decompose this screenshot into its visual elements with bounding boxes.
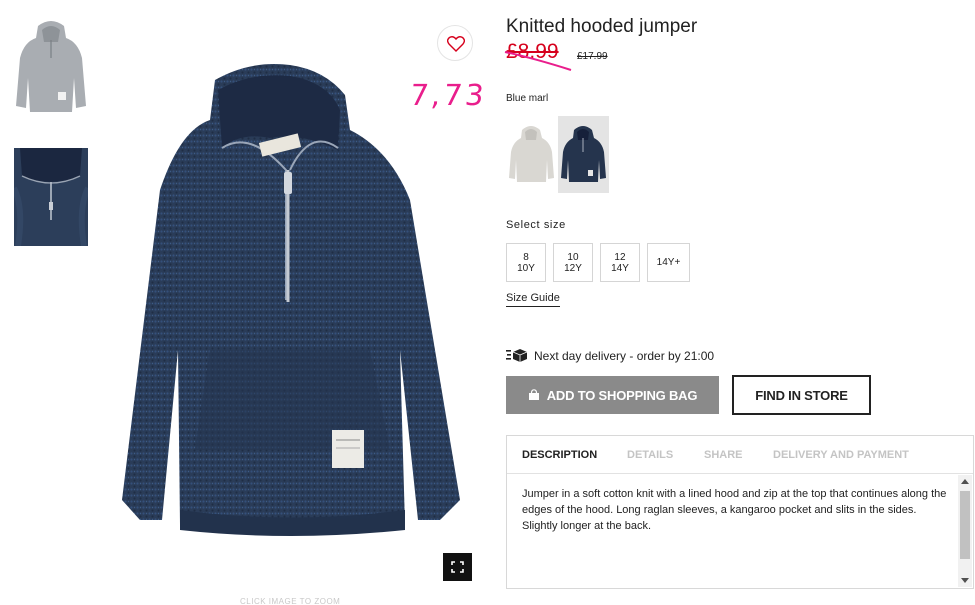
favourite-button[interactable]	[437, 25, 473, 61]
find-in-store-label: FIND IN STORE	[755, 387, 848, 403]
size-option-10-12y[interactable]: 10 12Y	[553, 243, 593, 282]
delivery-text: Next day delivery - order by 21:00	[534, 349, 715, 363]
price-annotation: 7,73	[408, 78, 489, 112]
product-title: Knitted hooded jumper	[506, 16, 698, 37]
size-option-8-10y[interactable]: 8 10Y	[506, 243, 546, 282]
size-line2: 12Y	[564, 262, 582, 274]
navy-hoodie-closeup-image	[14, 148, 88, 246]
size-line1: 8	[523, 251, 529, 263]
product-info-tabs: DESCRIPTION DETAILS SHARE DELIVERY AND P…	[507, 436, 973, 474]
color-name: Blue marl	[506, 93, 549, 104]
original-price: £17.99	[577, 51, 608, 62]
size-line1: 10	[567, 251, 579, 263]
size-line1: 14Y+	[656, 257, 681, 268]
thumbnail-navy-hoodie-closeup[interactable]	[14, 148, 88, 246]
shopping-bag-icon	[528, 389, 539, 400]
delivery-box-icon	[506, 349, 528, 362]
description-text: Jumper in a soft cotton knit with a line…	[522, 488, 947, 532]
zoom-button[interactable]	[443, 553, 472, 581]
thumbnail-grey-hoodie[interactable]	[14, 18, 88, 116]
size-line2: 14Y	[611, 262, 629, 274]
tab-delivery-and-payment[interactable]: DELIVERY AND PAYMENT	[773, 449, 909, 461]
add-to-bag-label: ADD TO SHOPPING BAG	[546, 387, 698, 403]
select-size-label: Select size	[506, 219, 566, 231]
find-in-store-button[interactable]: FIND IN STORE	[732, 375, 871, 415]
tab-share[interactable]: SHARE	[704, 449, 743, 461]
scroll-up-arrow-icon[interactable]	[961, 479, 969, 484]
size-guide-link[interactable]: Size Guide	[506, 292, 560, 307]
size-option-12-14y[interactable]: 12 14Y	[600, 243, 640, 282]
navy-hoodie-swatch[interactable]	[558, 116, 609, 193]
grey-hoodie-swatch[interactable]	[506, 116, 557, 193]
size-line2: 10Y	[517, 262, 535, 274]
product-info-panel: DESCRIPTION DETAILS SHARE DELIVERY AND P…	[506, 435, 974, 589]
click-to-zoom-hint: CLICK IMAGE TO ZOOM	[240, 597, 341, 605]
size-line1: 12	[614, 251, 626, 263]
scroll-down-arrow-icon[interactable]	[961, 578, 969, 583]
price-scribble-mark	[504, 51, 572, 71]
navy-hoodie-swatch-image	[561, 126, 606, 182]
grey-hoodie-swatch-image	[509, 126, 554, 182]
heart-icon	[447, 36, 465, 52]
description-scrollbar[interactable]	[958, 475, 972, 587]
tab-description[interactable]: DESCRIPTION	[522, 449, 597, 461]
scrollbar-thumb[interactable]	[960, 491, 970, 559]
size-option-14y-plus[interactable]: 14Y+	[647, 243, 690, 282]
grey-hoodie-thumbnail-image	[16, 21, 86, 112]
add-to-shopping-bag-button[interactable]: ADD TO SHOPPING BAG	[506, 376, 719, 414]
tab-details[interactable]: DETAILS	[627, 449, 673, 461]
expand-icon	[451, 561, 464, 573]
